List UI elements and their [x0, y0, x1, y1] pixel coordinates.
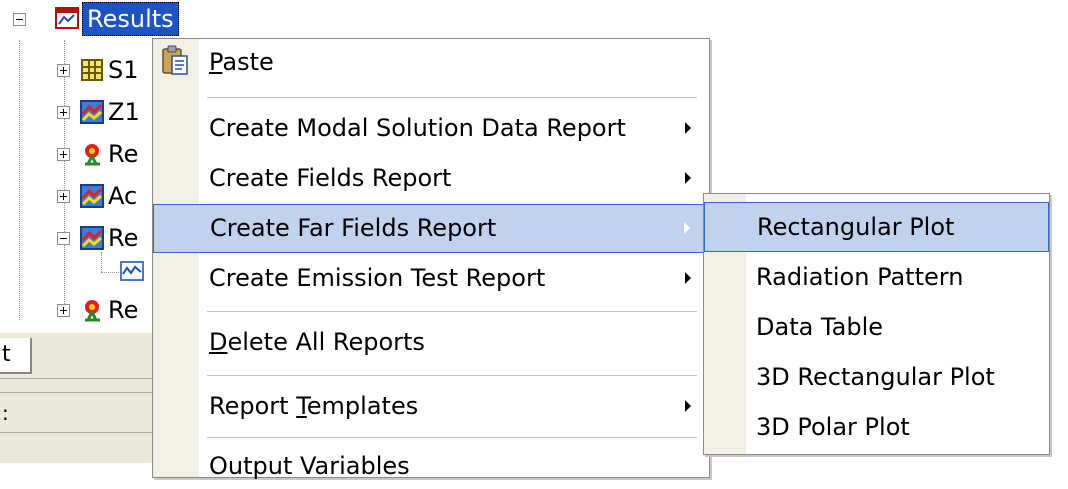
- menu-item-report-templates[interactable]: Report Templates: [153, 383, 709, 429]
- lower-panel-text: :: [2, 401, 9, 425]
- context-menu: Paste Create Modal Solution Data Report …: [152, 38, 710, 480]
- expand-toggle[interactable]: [57, 148, 70, 161]
- menu-item-label: Create Far Fields Report: [210, 214, 497, 242]
- tree-node-results[interactable]: Results: [82, 2, 179, 36]
- submenu-arrow-icon: [685, 400, 691, 412]
- submenu-item-label: Data Table: [756, 313, 883, 341]
- menu-item-label: Create Fields Report: [209, 164, 452, 192]
- paste-icon: [162, 45, 188, 75]
- submenu-item-radiation-pattern[interactable]: Radiation Pattern: [704, 252, 1049, 302]
- tree-node-label: Z1: [108, 98, 140, 126]
- far-fields-submenu: Rectangular Plot Radiation Pattern Data …: [703, 193, 1050, 455]
- menu-item-delete-all-reports[interactable]: Delete All Reports: [153, 319, 709, 365]
- menu-separator: [207, 437, 697, 438]
- collapse-toggle[interactable]: [57, 232, 70, 245]
- expand-toggle[interactable]: [57, 304, 70, 317]
- submenu-arrow-icon: [685, 172, 691, 184]
- menu-item-label: Output Variables: [209, 452, 410, 480]
- menu-separator: [207, 375, 697, 376]
- panel-tab[interactable]: t: [0, 338, 32, 374]
- tree-node-label: Ac: [108, 182, 138, 210]
- tree-guide-line: [19, 40, 20, 320]
- menu-item-paste[interactable]: Paste: [153, 39, 709, 85]
- menu-separator: [207, 97, 697, 98]
- divider: [0, 432, 160, 433]
- menu-item-create-emission-test-report[interactable]: Create Emission Test Report: [153, 255, 709, 301]
- divider: [0, 392, 160, 393]
- tree-guide-line: [101, 272, 119, 273]
- submenu-item-label: 3D Rectangular Plot: [756, 363, 995, 391]
- menu-item-output-variables[interactable]: Output Variables: [153, 443, 709, 489]
- menu-item-label: Paste: [209, 48, 274, 76]
- submenu-arrow-icon: [685, 272, 691, 284]
- radiation-icon: [85, 300, 100, 322]
- menu-item-create-modal-solution-data-report[interactable]: Create Modal Solution Data Report: [153, 105, 709, 151]
- submenu-item-3d-polar-plot[interactable]: 3D Polar Plot: [704, 402, 1049, 452]
- tree-node-label: Re: [108, 140, 139, 168]
- plot-icon: [120, 261, 144, 281]
- submenu-item-label: 3D Polar Plot: [756, 413, 910, 441]
- submenu-item-data-table[interactable]: Data Table: [704, 302, 1049, 352]
- submenu-item-label: Radiation Pattern: [756, 263, 964, 291]
- expand-toggle[interactable]: [57, 64, 70, 77]
- chart-icon: [80, 100, 104, 124]
- menu-item-create-far-fields-report[interactable]: Create Far Fields Report: [153, 204, 709, 253]
- tree-node-label: Re: [108, 296, 139, 324]
- submenu-item-rectangular-plot[interactable]: Rectangular Plot: [704, 202, 1049, 252]
- menu-item-label: Create Emission Test Report: [209, 264, 546, 292]
- submenu-arrow-icon: [685, 122, 691, 134]
- table-icon: [81, 59, 103, 81]
- menu-item-label: Report Templates: [209, 392, 419, 420]
- menu-item-label: Create Modal Solution Data Report: [209, 114, 626, 142]
- tree-node-label: S1: [108, 56, 139, 84]
- collapse-results-toggle[interactable]: [13, 13, 26, 26]
- submenu-arrow-icon: [684, 222, 690, 234]
- radiation-icon: [85, 144, 100, 166]
- tree-guide-line: [64, 40, 65, 310]
- submenu-item-label: Rectangular Plot: [757, 213, 955, 241]
- chart-icon: [80, 226, 104, 250]
- menu-separator: [207, 311, 697, 312]
- menu-item-label: Delete All Reports: [209, 328, 425, 356]
- chart-icon: [80, 184, 104, 208]
- results-folder-icon: [55, 7, 79, 29]
- divider: [0, 378, 160, 379]
- tree-guide-line: [101, 252, 102, 272]
- submenu-item-3d-rectangular-plot[interactable]: 3D Rectangular Plot: [704, 352, 1049, 402]
- menu-item-create-fields-report[interactable]: Create Fields Report: [153, 155, 709, 201]
- expand-toggle[interactable]: [57, 190, 70, 203]
- tree-node-label: Re: [108, 224, 139, 252]
- expand-toggle[interactable]: [57, 106, 70, 119]
